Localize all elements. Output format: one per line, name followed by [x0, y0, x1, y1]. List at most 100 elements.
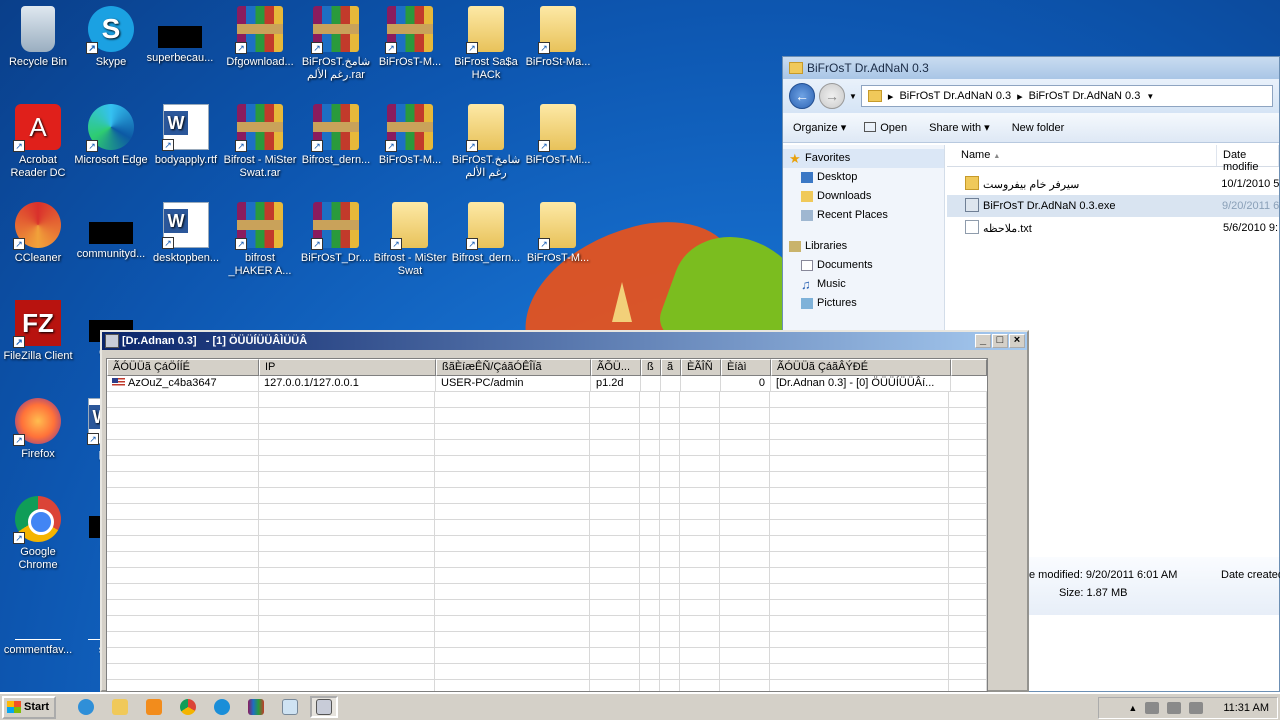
desktop-icon-folder[interactable]: ↗ BiFrOsT-M... [520, 202, 596, 265]
empty-cell [590, 568, 640, 583]
bifrost-titlebar[interactable]: [Dr.Adnan 0.3] - [1] ÖÜÜÍÜÜÂÌÜÜÂ _ □ × [102, 332, 1027, 350]
organize-button[interactable]: Organize ▾ [793, 121, 846, 134]
empty-cell [107, 440, 259, 455]
desktop-icon-chrome[interactable]: ↗ Google Chrome [0, 496, 76, 572]
nav-music[interactable]: ♫ Music [783, 275, 944, 294]
text-file-icon [965, 219, 979, 234]
desktop-icon-bin[interactable]: Recycle Bin [0, 6, 76, 69]
back-button[interactable]: ← [789, 83, 815, 109]
desktop-icon-skype[interactable]: S ↗ Skype [73, 6, 149, 69]
close-button[interactable]: × [1009, 334, 1025, 348]
desktop-icon-firefox[interactable]: ↗ Firefox [0, 398, 76, 461]
media-taskbar-button[interactable] [140, 696, 168, 718]
desktop-icon-rar[interactable]: ↗ Dfgownload... [222, 6, 298, 69]
downloads-icon [801, 191, 813, 202]
explorer-titlebar[interactable]: BiFrOsT Dr.AdNaN 0.3 [783, 57, 1279, 79]
edge-taskbar-button[interactable] [208, 696, 236, 718]
desktop-icon-folder[interactable]: ↗ BiFroSt-Ma... [520, 6, 596, 69]
column-header[interactable]: ÈÃÎÑ [681, 359, 721, 376]
desktop-icon-label: BiFrOsT-M... [378, 154, 442, 166]
clock[interactable]: 11:31 AM [1223, 702, 1269, 714]
column-header[interactable]: Èíàì [721, 359, 771, 376]
desktop-icon-folder[interactable]: ↗ Bifrost_dern... [448, 202, 524, 265]
empty-cell [680, 536, 720, 551]
column-header[interactable]: ÃÓÜÜã ÇáãÂÝÐÉ [771, 359, 951, 376]
desktop-icon-blank[interactable]: commentfav... [0, 594, 76, 657]
column-header[interactable]: ÃÕÜ... [591, 359, 641, 376]
volume-icon[interactable] [1145, 702, 1160, 714]
desktop-icon-folder[interactable]: ↗ BiFrOsT-Mi... [520, 104, 596, 167]
column-date-modified[interactable]: Date modifie [1217, 145, 1279, 173]
bifrost-window[interactable]: [Dr.Adnan 0.3] - [1] ÖÜÜÍÜÜÂÌÜÜÂ _ □ × Ã… [100, 330, 1029, 692]
column-header[interactable]: ÃÓÜÜã ÇáÖÍÍÉ [107, 359, 259, 376]
empty-cell [680, 456, 720, 471]
table-row[interactable]: AzOuZ_c4ba3647 127.0.0.1/127.0.0.1 USER-PC… [107, 376, 987, 392]
breadcrumb[interactable]: ▸ BiFrOsT Dr.AdNaN 0.3 ▸ BiFrOsT Dr.AdNa… [860, 85, 1273, 107]
column-header[interactable]: ß [641, 359, 661, 376]
desktop-icon-filezilla[interactable]: FZ ↗ FileZilla Client [0, 300, 76, 363]
winrar-taskbar-button[interactable] [242, 696, 270, 718]
file-row[interactable]: سيرفر خام بيفروست 10/1/2010 5 [947, 173, 1279, 195]
desktop-icon-folder[interactable]: ↗ BiFrOsT.شامخ رغم الألم [448, 104, 524, 180]
desktop-icon-rar[interactable]: ↗ BiFrOsT.شامخ رغم الألم.rar [298, 6, 374, 82]
desktop-icon-label: FileZilla Client [3, 350, 73, 362]
desktop-icon-rar[interactable]: ↗ Bifrost - MiSter Swat.rar [222, 104, 298, 180]
bifrost-taskbar-button[interactable] [310, 696, 338, 718]
empty-cell [949, 424, 987, 439]
network-icon[interactable] [1167, 702, 1182, 714]
notepad-taskbar-button[interactable] [276, 696, 304, 718]
shortcut-arrow-icon: ↗ [235, 238, 247, 250]
start-button[interactable]: Start [2, 695, 56, 719]
nav-downloads[interactable]: Downloads [783, 187, 944, 206]
desktop-icon-acrobat[interactable]: A ↗ Acrobat Reader DC [0, 104, 76, 180]
share-with-button[interactable]: Share with ▾ [929, 121, 990, 134]
desktop-icon-edge[interactable]: ↗ Microsoft Edge [73, 104, 149, 167]
empty-cell [949, 456, 987, 471]
desktop-icon-black[interactable]: superbecau... [142, 6, 218, 65]
desktop-icon-rar[interactable]: ↗ BiFrOsT_Dr.... [298, 202, 374, 265]
chrome-taskbar-button[interactable] [174, 696, 202, 718]
desktop-icon-label: BiFrOsT.شامخ رغم الألم [451, 154, 521, 179]
chevron-down-icon[interactable]: ▼ [849, 92, 857, 101]
desktop-icon-ccleaner[interactable]: ↗ CCleaner [0, 202, 76, 265]
breadcrumb-item[interactable]: BiFrOsT Dr.AdNaN 0.3 [899, 90, 1011, 102]
desktop-icon-rar[interactable]: ↗ BiFrOsT-M... [372, 6, 448, 69]
desktop-icon-label: superbecau... [146, 52, 214, 64]
connections-table[interactable]: ÃÓÜÜã ÇáÖÍÍÉ IP ßãÈíæÊÑ/ÇáãÓÊÎÏã ÃÕÜ... ß ã ÈÃ… [106, 358, 988, 692]
new-folder-button[interactable]: New folder [1012, 122, 1065, 134]
nav-pictures[interactable]: Pictures [783, 294, 944, 313]
desktop-icon-folder[interactable]: ↗ Bifrost - MiSter Swat [372, 202, 448, 278]
flag-icon[interactable] [1189, 702, 1204, 714]
file-row-selected[interactable]: BiFrOsT Dr.AdNaN 0.3.exe 9/20/2011 6 [947, 195, 1279, 217]
desktop-icon-folder[interactable]: ↗ BiFrost Sa$a HACk [448, 6, 524, 82]
rar-icon: ↗ [385, 104, 433, 152]
desktop-icon-black[interactable]: communityd... [73, 202, 149, 261]
nav-desktop[interactable]: Desktop [783, 168, 944, 187]
nav-libraries[interactable]: Libraries [783, 237, 944, 256]
nav-recent-places[interactable]: Recent Places [783, 206, 944, 225]
column-header[interactable]: IP [259, 359, 436, 376]
column-name[interactable]: Name ▲ [947, 145, 1217, 166]
empty-cell [259, 664, 436, 679]
nav-favorites[interactable]: ★ Favorites [783, 149, 944, 168]
chevron-down-icon[interactable]: ▼ [1146, 92, 1154, 101]
minimize-button[interactable]: _ [975, 334, 991, 348]
column-header[interactable]: ã [661, 359, 681, 376]
rar-icon: ↗ [311, 104, 359, 152]
chevron-up-icon[interactable]: ▲ [1128, 703, 1137, 713]
desktop-icon-word[interactable]: ↗ desktopben... [148, 202, 224, 265]
file-row[interactable]: ملاحظه.txt 5/6/2010 9: [947, 217, 1279, 239]
open-button[interactable]: Open [864, 121, 907, 134]
desktop-icon-rar[interactable]: ↗ bifrost _HAKER A... [222, 202, 298, 278]
desktop-icon-word[interactable]: ↗ bodyapply.rtf [148, 104, 224, 167]
desktop-icon-rar[interactable]: ↗ BiFrOsT-M... [372, 104, 448, 167]
breadcrumb-item[interactable]: BiFrOsT Dr.AdNaN 0.3 [1029, 90, 1141, 102]
forward-button[interactable]: → [819, 83, 845, 109]
ie-taskbar-button[interactable] [72, 696, 100, 718]
maximize-button[interactable]: □ [992, 334, 1008, 348]
nav-documents[interactable]: Documents [783, 256, 944, 275]
shortcut-arrow-icon: ↗ [538, 42, 550, 54]
desktop-icon-rar[interactable]: ↗ Bifrost_dern... [298, 104, 374, 167]
explorer-taskbar-button[interactable] [106, 696, 134, 718]
column-header[interactable]: ßãÈíæÊÑ/ÇáãÓÊÎÏã [436, 359, 591, 376]
